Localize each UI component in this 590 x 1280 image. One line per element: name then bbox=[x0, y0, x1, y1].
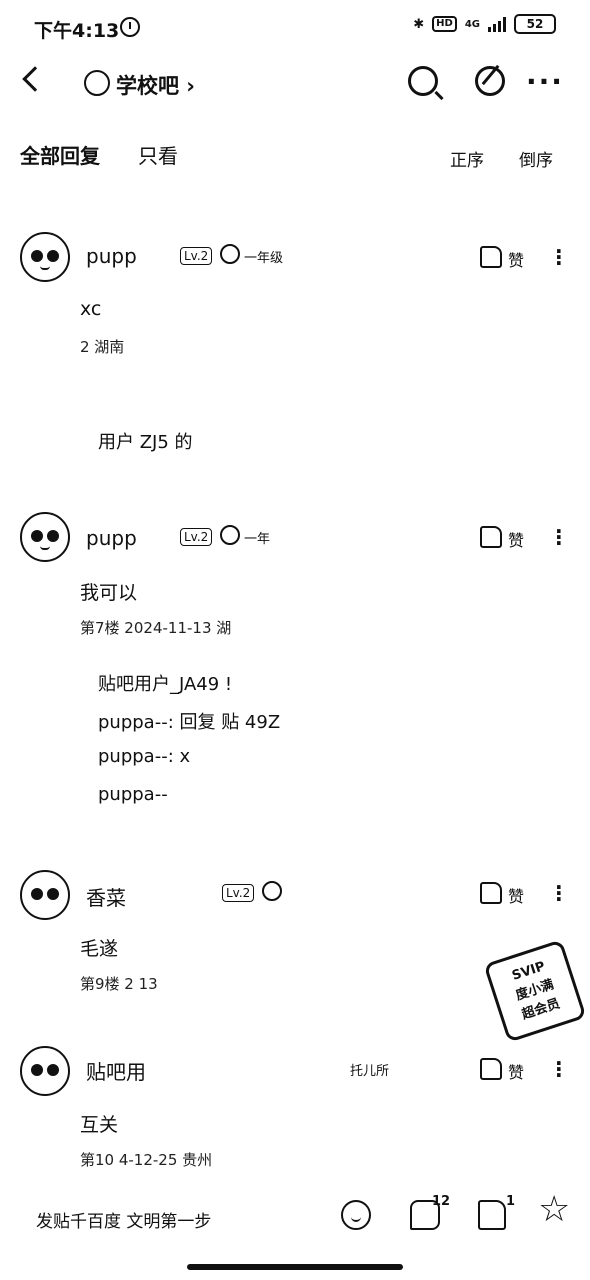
grade-label: 一年级 bbox=[244, 251, 284, 266]
post-menu-icon[interactable]: · · · bbox=[555, 877, 563, 909]
level-badge: Lv.2 bbox=[180, 247, 213, 265]
comment-count: 12 bbox=[432, 1194, 451, 1209]
reply-item[interactable]: 用户 ZJ5 的 bbox=[98, 428, 193, 454]
thumbs-up-icon[interactable] bbox=[480, 526, 502, 548]
thumbs-up-icon[interactable] bbox=[478, 1200, 506, 1230]
avatar[interactable] bbox=[20, 232, 70, 282]
network-label: 4G bbox=[464, 18, 480, 30]
home-indicator[interactable] bbox=[187, 1264, 403, 1270]
reply-item[interactable]: puppa--: 回复 贴 49Z bbox=[98, 708, 280, 734]
avatar[interactable] bbox=[20, 870, 70, 920]
reply-item[interactable]: puppa--: x bbox=[98, 746, 190, 767]
reply-item[interactable]: 贴吧用户_JA49 ! bbox=[98, 670, 232, 696]
reply-input[interactable]: 发贴千百度 文明第一步 bbox=[36, 1207, 211, 1232]
grade-label: 一年 bbox=[244, 532, 271, 547]
forum-logo-icon[interactable] bbox=[84, 70, 110, 96]
sort-ascending[interactable]: 正序 bbox=[450, 146, 484, 171]
level-badge: Lv.2 bbox=[180, 528, 213, 546]
hd-badge: HD bbox=[432, 16, 457, 32]
grade-icon bbox=[220, 244, 240, 264]
svip-stamp: SVIP 度小满 超会员 bbox=[483, 939, 587, 1043]
edit-icon[interactable] bbox=[475, 66, 505, 96]
status-indicators: ✱ HD 4G 52 bbox=[413, 14, 556, 34]
post-meta: 第10 4-12-25 贵州 bbox=[80, 1151, 213, 1169]
avatar[interactable] bbox=[20, 1046, 70, 1096]
post-menu-icon[interactable]: · · · bbox=[555, 1053, 563, 1085]
post-content: 互关 bbox=[80, 1114, 119, 1136]
bluetooth-icon: ✱ bbox=[413, 16, 425, 32]
sort-descending[interactable]: 倒序 bbox=[519, 146, 553, 171]
grade-icon bbox=[220, 525, 240, 545]
like-label[interactable]: 赞 bbox=[508, 883, 524, 907]
tab-all-replies[interactable]: 全部回复 bbox=[20, 140, 100, 169]
emoji-icon[interactable] bbox=[341, 1200, 371, 1230]
username[interactable]: 贴吧用 bbox=[86, 1056, 146, 1085]
username[interactable]: pupp bbox=[86, 526, 137, 550]
post-content: 我可以 bbox=[80, 582, 138, 604]
post-meta: 第9楼 2 13 bbox=[80, 975, 158, 993]
post-meta: 2 湖南 bbox=[80, 338, 125, 356]
post-meta: 第7楼 2024-11-13 湖 bbox=[80, 619, 232, 637]
thumbs-up-icon[interactable] bbox=[480, 882, 502, 904]
reply-item[interactable]: puppa-- bbox=[98, 784, 168, 805]
grade-icon bbox=[262, 881, 282, 901]
battery-indicator: 52 bbox=[514, 14, 556, 34]
avatar[interactable] bbox=[20, 512, 70, 562]
more-icon[interactable]: ··· bbox=[526, 68, 564, 96]
thumbs-up-icon[interactable] bbox=[480, 1058, 502, 1080]
post-menu-icon[interactable]: · · · bbox=[555, 241, 563, 273]
tab-only-view[interactable]: 只看 bbox=[138, 140, 178, 169]
post-content: 毛遂 bbox=[80, 938, 119, 960]
username[interactable]: 香菜 bbox=[86, 882, 126, 911]
grade-label: 托儿所 bbox=[350, 1064, 390, 1079]
signal-icon bbox=[488, 16, 506, 32]
username[interactable]: pupp bbox=[86, 244, 137, 268]
like-label[interactable]: 赞 bbox=[508, 247, 524, 271]
search-icon[interactable] bbox=[408, 66, 438, 96]
alarm-icon bbox=[120, 17, 140, 37]
thumbs-up-icon[interactable] bbox=[480, 246, 502, 268]
status-time: 下午4:13 bbox=[34, 20, 120, 42]
post-menu-icon[interactable]: · · · bbox=[555, 521, 563, 553]
post-content: xc bbox=[80, 298, 102, 320]
like-label[interactable]: 赞 bbox=[508, 527, 524, 551]
like-count: 1 bbox=[506, 1194, 516, 1209]
back-icon[interactable] bbox=[22, 66, 48, 92]
star-icon[interactable]: ☆ bbox=[538, 1192, 570, 1228]
like-label[interactable]: 赞 bbox=[508, 1059, 524, 1083]
level-badge: Lv.2 bbox=[222, 884, 255, 902]
forum-name[interactable]: 学校吧 › bbox=[116, 70, 195, 100]
